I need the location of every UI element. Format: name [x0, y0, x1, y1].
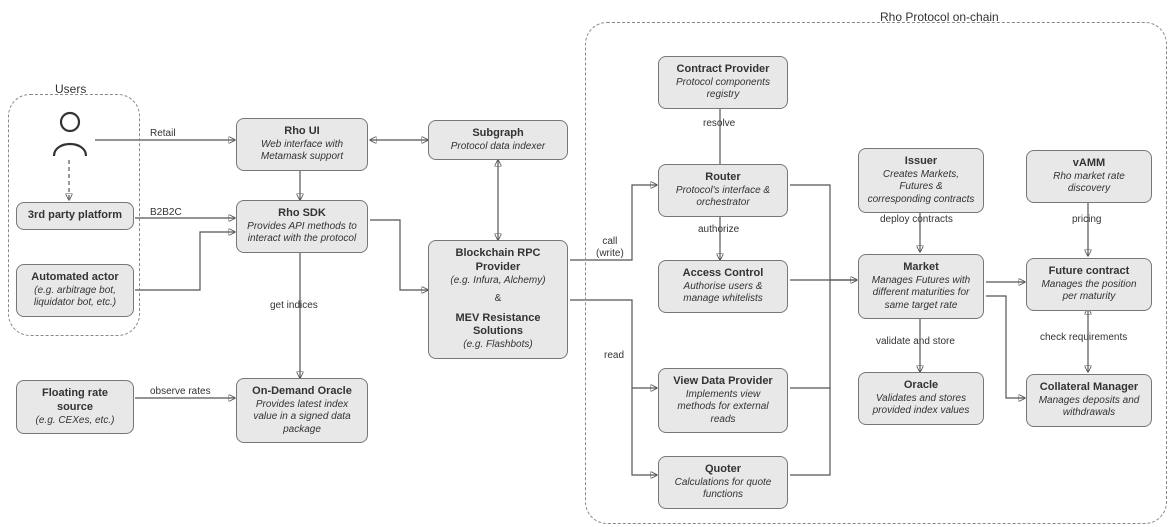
- node-oracle-onchain: Oracle Validates and stores provided ind…: [858, 372, 984, 425]
- node-collateral: Collateral Manager Manages deposits and …: [1026, 374, 1152, 427]
- node-market: Market Manages Futures with different ma…: [858, 254, 984, 319]
- node-quoter: Quoter Calculations for quote functions: [658, 456, 788, 509]
- node-contract-provider: Contract Provider Protocol components re…: [658, 56, 788, 109]
- edge-retail: Retail: [150, 128, 176, 140]
- edge-authorize: authorize: [698, 224, 739, 236]
- node-subgraph: Subgraph Protocol data indexer: [428, 120, 568, 160]
- node-rho-sdk: Rho SDK Provides API methods to interact…: [236, 200, 368, 253]
- user-icon: [50, 110, 90, 163]
- node-issuer: Issuer Creates Markets, Futures & corres…: [858, 148, 984, 213]
- edge-b2b2c: B2B2C: [150, 207, 182, 219]
- edge-deploy: deploy contracts: [880, 214, 953, 226]
- edge-get-indices: get indices: [270, 300, 318, 312]
- node-third-party: 3rd party platform: [16, 202, 134, 230]
- node-view-data: View Data Provider Implements view metho…: [658, 368, 788, 433]
- node-rpc: Blockchain RPC Provider (e.g. Infura, Al…: [428, 240, 568, 359]
- node-vamm: vAMM Rho market rate discovery: [1026, 150, 1152, 203]
- edge-check-req: check requirements: [1040, 332, 1127, 344]
- edge-observe-rates: observe rates: [150, 386, 211, 398]
- edge-call-write: call (write): [596, 236, 624, 259]
- node-future: Future contract Manages the position per…: [1026, 258, 1152, 311]
- edge-pricing: pricing: [1072, 214, 1101, 226]
- group-users-label: Users: [55, 82, 86, 96]
- group-onchain-label: Rho Protocol on-chain: [880, 10, 999, 24]
- edge-validate: validate and store: [876, 336, 955, 348]
- node-router: Router Protocol's interface & orchestrat…: [658, 164, 788, 217]
- node-floating-rate: Floating rate source (e.g. CEXes, etc.): [16, 380, 134, 434]
- node-rho-ui: Rho UI Web interface with Metamask suppo…: [236, 118, 368, 171]
- node-access-control: Access Control Authorise users & manage …: [658, 260, 788, 313]
- edge-read: read: [604, 350, 624, 362]
- node-on-demand-oracle: On-Demand Oracle Provides latest index v…: [236, 378, 368, 443]
- architecture-diagram: Users Rho Protocol on-chain 3rd party pl…: [0, 0, 1172, 527]
- edge-resolve: resolve: [703, 118, 735, 130]
- node-automated-actor: Automated actor (e.g. arbitrage bot, liq…: [16, 264, 134, 317]
